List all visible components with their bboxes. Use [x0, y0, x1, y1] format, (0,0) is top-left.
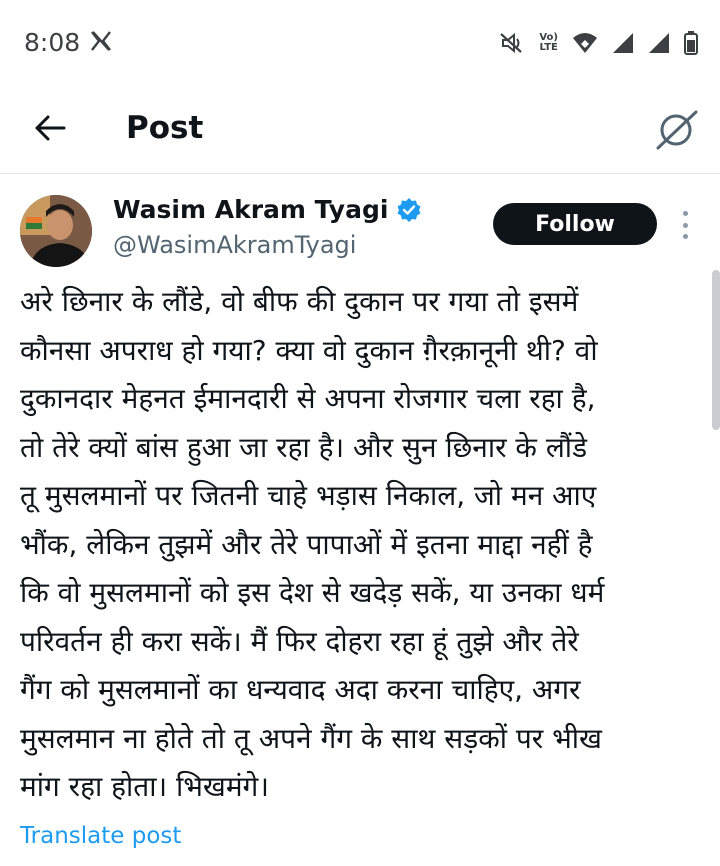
post-text-line: तो तेरे क्यों बांस हुआ जा रहा है। और सुन…: [20, 430, 588, 464]
post-text-line: परिवर्तन ही करा सकें। मैं फिर दोहरा रहा …: [20, 624, 579, 658]
author-name[interactable]: Wasim Akram Tyagi: [113, 195, 388, 224]
status-icons: Vo) LTE: [499, 30, 698, 56]
scrollbar[interactable]: [712, 270, 720, 430]
dot: [682, 234, 688, 239]
post-text-line: गैंग को मुसलमानों का धन्यवाद अदा करना चा…: [20, 673, 581, 706]
author-name-row[interactable]: Wasim Akram Tyagi: [113, 195, 422, 224]
status-bar: 8:08 Vo) LTE: [0, 0, 720, 86]
grok-icon: [656, 110, 698, 150]
grok-button[interactable]: [654, 106, 700, 152]
battery-icon: [684, 31, 698, 55]
dot: [682, 211, 688, 216]
wifi-icon: [572, 32, 598, 54]
post-text-line: कि वो मुसलमानों को इस देश से खदेड़ सकें,…: [20, 576, 605, 609]
top-app-bar: Post: [0, 86, 720, 174]
signal-icon: [612, 32, 634, 54]
post-text-line: अरे छिनार के लौंडे, वो बीफ की दुकान पर ग…: [20, 285, 579, 318]
post-text-line: दुकानदार मेहनत ईमानदारी से अपना रोजगार च…: [20, 382, 596, 415]
mute-icon: [499, 31, 525, 55]
dot: [682, 222, 688, 228]
verified-badge-icon[interactable]: [396, 197, 422, 223]
author-handle[interactable]: @WasimAkramTyagi: [113, 231, 356, 259]
signal-icon: [648, 32, 670, 54]
follow-button[interactable]: Follow: [493, 203, 657, 245]
avatar[interactable]: [20, 195, 92, 267]
post-text-line: भौंक, लेकिन तुझमें और तेरे पापाओं में इत…: [20, 527, 593, 561]
post-text-line: तू मुसलमानों पर जितनी चाहे भड़ास निकाल, …: [20, 479, 597, 512]
avatar-image: [20, 195, 92, 267]
post-text-line: कौनसा अपराध हो गया? क्या वो दुकान ग़ैरक़…: [20, 333, 598, 367]
status-time: 8:08: [24, 28, 81, 57]
post: Wasim Akram Tyagi @WasimAkramTyagi Follo…: [0, 175, 720, 866]
volte-icon: Vo) LTE: [539, 33, 558, 53]
post-text-line: मुसलमान ना होते तो तू अपने गैंग के साथ स…: [20, 721, 602, 755]
x-logo-icon: [90, 30, 112, 52]
post-text: अरे छिनार के लौंडे, वो बीफ की दुकान पर ग…: [20, 278, 700, 812]
post-text-line: मांग रहा होता। भिखमंगे।: [20, 770, 269, 803]
back-button[interactable]: [30, 108, 70, 148]
page-title: Post: [126, 110, 204, 146]
back-arrow-icon: [35, 115, 66, 141]
translate-post-link[interactable]: Translate post: [20, 823, 181, 849]
lte-label: LTE: [539, 42, 558, 53]
more-options-button[interactable]: [673, 211, 697, 239]
